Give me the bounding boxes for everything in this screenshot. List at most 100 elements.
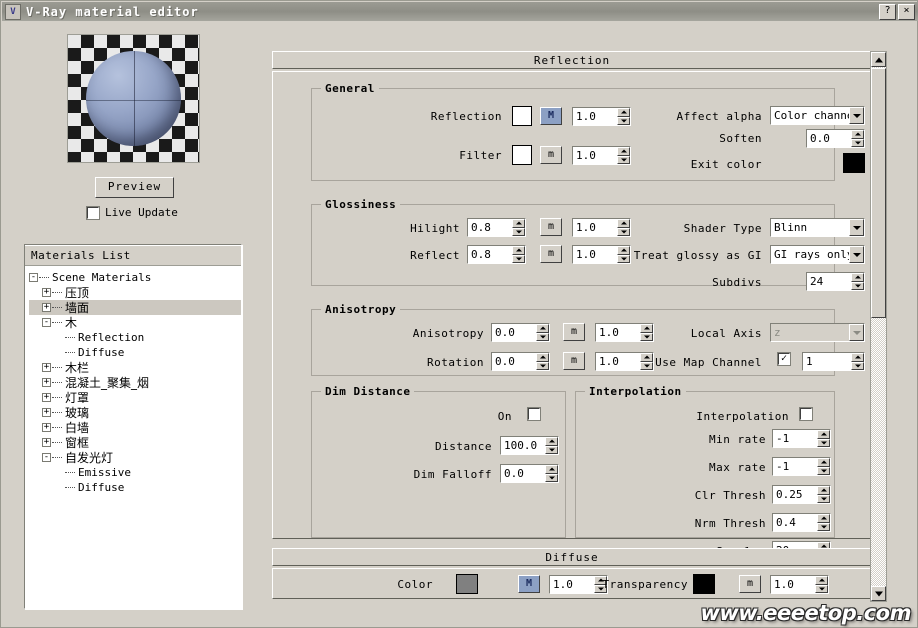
map-channel-value[interactable]: 1: [803, 353, 851, 370]
interpolation-checkbox[interactable]: [799, 407, 813, 421]
soften-field[interactable]: 0.0: [806, 129, 865, 148]
hilight-value-field[interactable]: 0.8: [467, 218, 526, 237]
tree-item[interactable]: + 压顶: [29, 285, 241, 300]
diffuse-rollout-title[interactable]: Diffuse: [272, 548, 872, 566]
reflect-spinner[interactable]: [512, 246, 525, 263]
rotation-map-button[interactable]: m: [563, 352, 585, 370]
expand-icon[interactable]: +: [42, 378, 51, 387]
anisotropy-amount-field[interactable]: 1.0: [595, 323, 654, 342]
exit-color-swatch[interactable]: [843, 153, 865, 173]
transparency-swatch[interactable]: [693, 574, 715, 594]
reflect-value-field[interactable]: 0.8: [467, 245, 526, 264]
clr-thresh-spinner[interactable]: [817, 486, 830, 503]
map-channel-field[interactable]: 1: [802, 352, 865, 371]
tree-item[interactable]: + 墙面: [29, 300, 241, 315]
material-preview[interactable]: [67, 34, 200, 163]
anisotropy-amount-value[interactable]: 1.0: [596, 324, 640, 341]
close-button[interactable]: ×: [898, 4, 915, 20]
diffuse-color-swatch[interactable]: [456, 574, 478, 594]
transparency-map-button[interactable]: m: [739, 575, 761, 593]
subdivs-value[interactable]: 24: [807, 273, 851, 290]
use-map-channel-checkbox[interactable]: ✓: [777, 352, 791, 366]
materials-tree[interactable]: - Scene Materials + 压顶 + 墙面 - 木 Reflection Diffus…: [25, 266, 241, 495]
distance-spinner[interactable]: [545, 437, 558, 454]
anisotropy-amount-spinner[interactable]: [640, 324, 653, 341]
subdivs-field[interactable]: 24: [806, 272, 865, 291]
filter-amount-value[interactable]: 1.0: [573, 147, 617, 164]
hilight-map-button[interactable]: m: [540, 218, 562, 236]
distance-value[interactable]: 100.0: [501, 437, 545, 454]
nrm-thresh-spinner[interactable]: [817, 514, 830, 531]
tree-item[interactable]: - Scene Materials: [29, 270, 241, 285]
chevron-down-icon[interactable]: [849, 219, 864, 236]
dim-falloff-value[interactable]: 0.0: [501, 465, 545, 482]
soften-spinner[interactable]: [851, 130, 864, 147]
tree-item[interactable]: Diffuse: [29, 480, 241, 495]
transparency-amount-value[interactable]: 1.0: [771, 576, 815, 593]
anisotropy-value-field[interactable]: 0.0: [491, 323, 550, 342]
transparency-amount-spinner[interactable]: [815, 576, 828, 593]
reflection-rollout-title[interactable]: Reflection: [272, 51, 872, 69]
tree-item[interactable]: + 窗框: [29, 435, 241, 450]
reflection-color-swatch[interactable]: [512, 106, 532, 126]
expand-icon[interactable]: +: [42, 393, 51, 402]
hilight-value[interactable]: 0.8: [468, 219, 512, 236]
min-rate-value[interactable]: -1: [773, 430, 817, 447]
preview-button[interactable]: Preview: [95, 177, 174, 198]
anisotropy-spinner[interactable]: [536, 324, 549, 341]
tree-item[interactable]: + 灯罩: [29, 390, 241, 405]
rotation-value[interactable]: 0.0: [492, 353, 536, 370]
scrollbar-thumb[interactable]: [871, 68, 886, 318]
soften-value[interactable]: 0.0: [807, 130, 851, 147]
dim-falloff-field[interactable]: 0.0: [500, 464, 559, 483]
affect-alpha-combo[interactable]: Color channel: [770, 106, 865, 125]
treat-glossy-combo[interactable]: GI rays only: [770, 245, 865, 264]
max-rate-value[interactable]: -1: [773, 458, 817, 475]
collapse-icon[interactable]: -: [42, 453, 51, 462]
rotation-value-field[interactable]: 0.0: [491, 352, 550, 371]
collapse-icon[interactable]: -: [42, 318, 51, 327]
subdivs-spinner[interactable]: [851, 273, 864, 290]
scroll-up-arrow-icon[interactable]: [871, 52, 886, 67]
scroll-down-arrow-icon[interactable]: [871, 586, 886, 601]
expand-icon[interactable]: +: [42, 363, 51, 372]
map-channel-spinner[interactable]: [851, 353, 864, 370]
reflect-map-button[interactable]: m: [540, 245, 562, 263]
reflect-value[interactable]: 0.8: [468, 246, 512, 263]
expand-icon[interactable]: +: [42, 423, 51, 432]
tree-item[interactable]: Reflection: [29, 330, 241, 345]
tree-item[interactable]: - 自发光灯: [29, 450, 241, 465]
tree-item[interactable]: Diffuse: [29, 345, 241, 360]
tree-item[interactable]: -木: [29, 315, 241, 330]
expand-icon[interactable]: +: [42, 288, 51, 297]
hilight-amount-value[interactable]: 1.0: [573, 219, 617, 236]
dim-on-checkbox[interactable]: [527, 407, 541, 421]
min-rate-field[interactable]: -1: [772, 429, 831, 448]
filter-map-button[interactable]: m: [540, 146, 562, 164]
expand-icon[interactable]: +: [42, 408, 51, 417]
max-rate-field[interactable]: -1: [772, 457, 831, 476]
anisotropy-map-button[interactable]: m: [563, 323, 585, 341]
help-button[interactable]: ?: [879, 4, 896, 20]
transparency-amount-field[interactable]: 1.0: [770, 575, 829, 594]
expand-icon[interactable]: +: [42, 438, 51, 447]
distance-field[interactable]: 100.0: [500, 436, 559, 455]
tree-item[interactable]: + 混凝土_聚集_烟: [29, 375, 241, 390]
diffuse-color-map-button[interactable]: M: [518, 575, 540, 593]
tree-item[interactable]: Emissive: [29, 465, 241, 480]
tree-item[interactable]: + 白墙: [29, 420, 241, 435]
collapse-icon[interactable]: -: [29, 273, 38, 282]
shader-type-combo[interactable]: Blinn: [770, 218, 865, 237]
vertical-scrollbar[interactable]: [870, 51, 887, 602]
nrm-thresh-value[interactable]: 0.4: [773, 514, 817, 531]
rotation-spinner[interactable]: [536, 353, 549, 370]
min-rate-spinner[interactable]: [817, 430, 830, 447]
max-rate-spinner[interactable]: [817, 458, 830, 475]
chevron-down-icon[interactable]: [849, 107, 864, 124]
local-axis-combo[interactable]: z: [770, 323, 865, 342]
anisotropy-value[interactable]: 0.0: [492, 324, 536, 341]
reflection-amount-value[interactable]: 1.0: [573, 108, 617, 125]
expand-icon[interactable]: +: [42, 303, 51, 312]
materials-list-panel[interactable]: Materials List - Scene Materials + 压顶 + 墙面 - 木 R…: [24, 244, 242, 609]
chevron-down-icon[interactable]: [849, 324, 864, 341]
